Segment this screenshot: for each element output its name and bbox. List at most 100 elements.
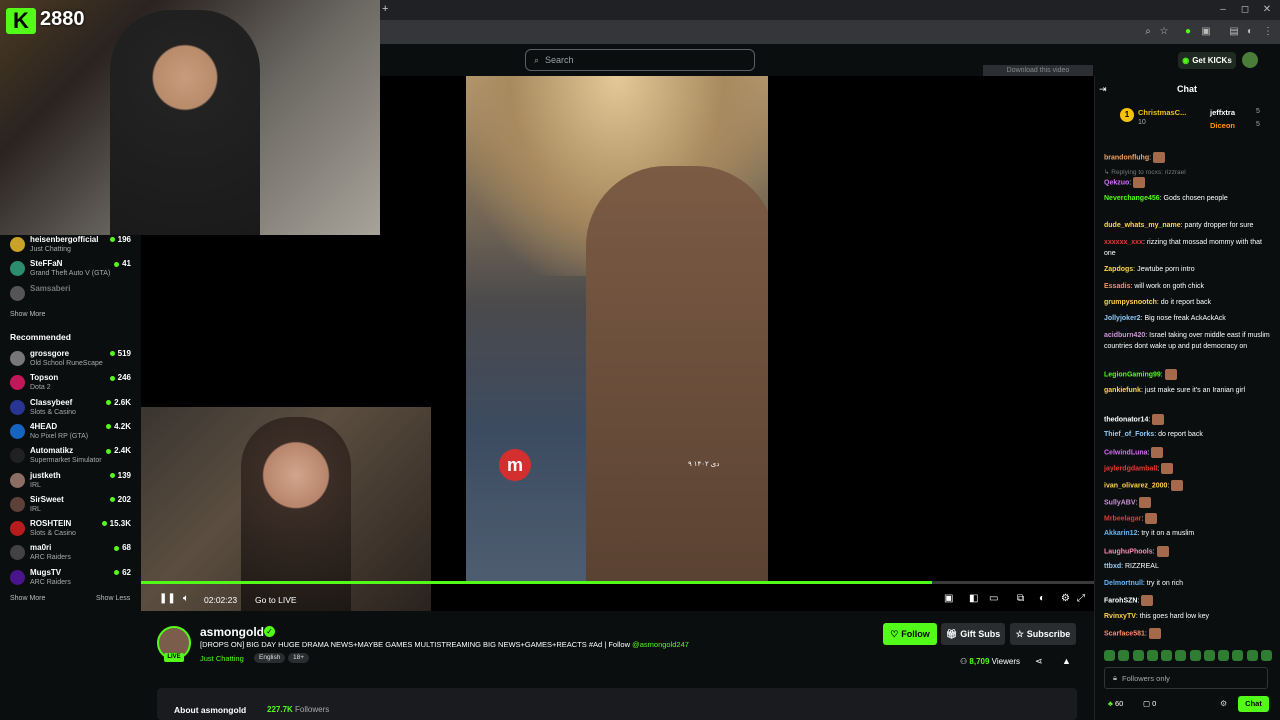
chat-username[interactable]: Essadis [1104,283,1130,290]
chat-username[interactable]: Zapdogs [1104,266,1133,273]
theatre-mode-icon[interactable]: ▣ [944,593,953,604]
emote-icon[interactable] [1203,650,1215,661]
minimize-button[interactable]: – [1216,3,1230,17]
tag-mature[interactable]: 18+ [288,653,310,663]
chat-message: SullyABV: [1104,497,1272,509]
emote-icon[interactable] [1189,650,1201,661]
recommended-item[interactable]: Automatikz Supermarket Simulator 2.4K [0,446,141,470]
fullscreen-icon[interactable]: ⤢ [1077,593,1085,604]
tag-language[interactable]: English [254,653,286,663]
chat-input[interactable]: 🔒︎ Followers only [1104,667,1268,689]
report-icon[interactable]: ▲ [1062,656,1071,666]
search-input[interactable]: ⌕ Search [525,49,755,71]
browser-menu-icon[interactable]: ⋮ [1262,26,1274,38]
chat-username[interactable]: Thief_of_Forks [1104,431,1154,438]
chat-message: Qekzuo: [1104,177,1272,189]
chat-username[interactable]: FarohSZN [1104,597,1137,604]
emote-icon[interactable] [1218,650,1230,661]
recommended-item[interactable]: SirSweet IRL 202 [0,495,141,519]
chat-username[interactable]: Akkarin12 [1104,530,1137,537]
chat-username[interactable]: Mrbeelagar [1104,515,1141,522]
send-chat-button[interactable]: Chat [1238,696,1269,712]
downloads-icon[interactable]: ▤ [1228,26,1240,38]
pause-icon[interactable]: ❚❚ [159,593,176,604]
maximize-button[interactable]: ◻ [1238,3,1252,17]
chat-username[interactable]: LaughuPhools [1104,548,1153,555]
chat-username[interactable]: ttbxd [1104,563,1121,570]
chat-username[interactable]: gankiefunk [1104,387,1141,394]
extensions-puzzle-icon[interactable]: ▣ [1200,26,1212,38]
following-item[interactable]: heisenbergofficial Just Chatting 196 [0,235,141,259]
gift-count[interactable]: ▢ 0 [1143,699,1156,708]
chat-username[interactable]: Delmortnull [1104,580,1143,587]
chat-username[interactable]: RvinxyTV [1104,613,1136,620]
subscribe-button[interactable]: ☆ Subscribe [1010,623,1076,645]
channel-viewers: 62 [114,568,131,577]
clip-icon[interactable]: ◧ [969,593,978,604]
channel-category: Slots & Casino [30,408,76,416]
recommended-item[interactable]: Topson Dota 2 246 [0,373,141,397]
audio-icon[interactable]: ◐ [1039,593,1045,604]
gift-subs-button[interactable]: 🎁︎ Gift Subs [941,623,1005,645]
channel-points[interactable]: ♣ 60 [1108,699,1123,708]
chat-username[interactable]: grumpysnootch [1104,299,1157,306]
new-tab-button[interactable]: + [382,3,388,15]
follow-button[interactable]: ♡ Follow [883,623,937,645]
chat-username[interactable]: SullyABV [1104,499,1136,506]
chat-username[interactable]: jaylerdgdamball [1104,465,1157,472]
settings-icon[interactable]: ⚙ [1061,593,1070,604]
chat-username[interactable]: thedonator14 [1104,416,1148,423]
emote-icon[interactable] [1146,650,1158,661]
chat-username[interactable]: CelwindLuna [1104,449,1148,456]
bookmark-star-icon[interactable]: ☆ [1158,26,1170,38]
following-item[interactable]: SteFFaN Grand Theft Auto V (GTA) 41 [0,259,141,283]
close-window-button[interactable]: ✕ [1260,3,1274,17]
emote-icon[interactable] [1232,650,1244,661]
chat-username[interactable]: brandonfluhg [1104,154,1149,161]
zoom-icon[interactable]: ⌕ [1142,26,1154,38]
pip-icon[interactable]: ⧉ [1017,593,1024,604]
chat-settings-icon[interactable]: ⚙ [1220,699,1227,708]
emote-icon[interactable] [1175,650,1187,661]
recommended-item[interactable]: 4HEAD No Pixel RP (GTA) 4.2K [0,422,141,446]
show-more-following[interactable]: Show More [10,311,45,318]
recommended-item[interactable]: justketh IRL 139 [0,471,141,495]
extension-icon[interactable]: ● [1182,26,1194,38]
chat-username[interactable]: Qekzuo [1104,179,1129,186]
go-to-live-button[interactable]: Go to LIVE [255,595,297,605]
chat-username[interactable]: acidburn420 [1104,332,1145,339]
show-less-recommended[interactable]: Show Less [96,595,130,602]
emote-icon[interactable] [1132,650,1144,661]
emote-icon[interactable] [1104,650,1115,661]
emote-icon[interactable] [1260,650,1272,661]
chat-emote [1171,480,1184,491]
recommended-item[interactable]: MugsTV ARC Raiders 62 [0,568,141,592]
recommended-item[interactable]: grossgore Old School RuneScape 519 [0,349,141,373]
emote-icon[interactable] [1118,650,1130,661]
chat-username[interactable]: LegionGaming99 [1104,371,1161,378]
chat-username[interactable]: ivan_olivarez_2000 [1104,482,1167,489]
streamer-name[interactable]: asmongold [200,625,264,639]
download-video-button[interactable]: Download this video [983,65,1093,76]
show-more-recommended[interactable]: Show More [10,595,45,602]
get-kicks-button[interactable]: ◉ Get KICKs [1178,52,1236,69]
stream-title-link[interactable]: @asmongold247 [632,640,689,649]
profile-icon[interactable]: ◐ [1244,26,1256,38]
recommended-item[interactable]: ROSHTEIN Slots & Casino 15.3K [0,519,141,543]
emote-icon[interactable] [1161,650,1173,661]
chat-username[interactable]: Scarface581 [1104,630,1145,637]
emote-icon[interactable] [1246,650,1258,661]
chat-username[interactable]: dude_whats_my_name [1104,222,1181,229]
chat-username[interactable]: Jollyjoker2 [1104,315,1141,322]
recommended-item[interactable]: Classybeef Slots & Casino 2.6K [0,398,141,422]
following-item[interactable]: Samsaberi [0,284,141,308]
recommended-item[interactable]: ma0ri ARC Raiders 68 [0,543,141,567]
stream-category[interactable]: Just Chatting [200,654,244,663]
chat-username[interactable]: Neverchange456 [1104,195,1160,202]
cc-icon[interactable]: ▭ [989,593,998,604]
chat-emote [1145,513,1158,524]
user-avatar[interactable] [1242,52,1258,68]
volume-icon[interactable]: 🔈︎ [183,593,189,604]
share-icon[interactable]: ⋖ [1035,656,1043,667]
chat-username[interactable]: xxxxxx_xxx [1104,239,1143,246]
